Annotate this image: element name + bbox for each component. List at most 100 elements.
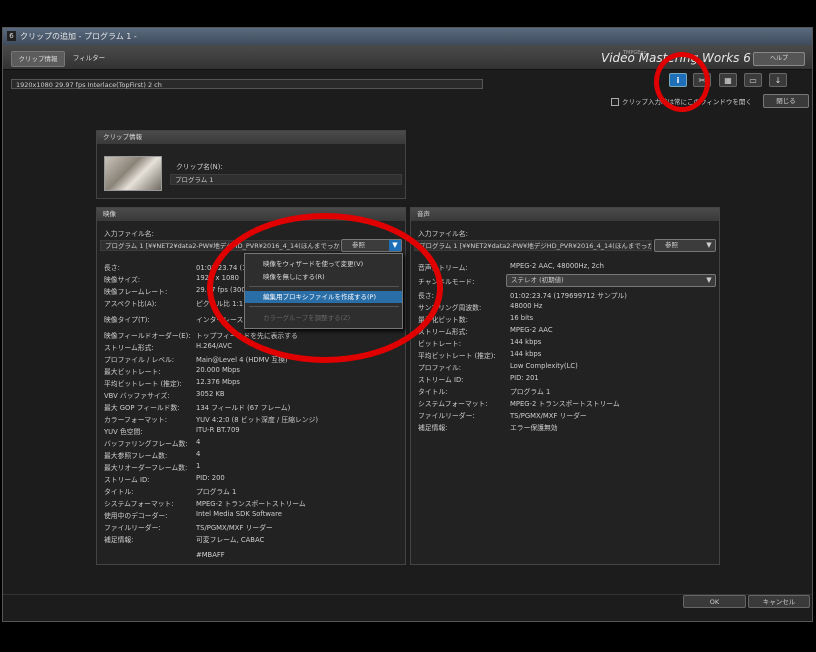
audio-prop-label: ファイルリーダー: bbox=[418, 412, 475, 420]
ok-button[interactable]: OK bbox=[683, 595, 746, 608]
always-open-checkbox[interactable] bbox=[611, 98, 619, 106]
clip-info-header: クリップ情報 bbox=[97, 131, 405, 144]
audio-prop-value: 144 kbps bbox=[510, 350, 542, 358]
group-icon[interactable]: ▦ bbox=[719, 73, 737, 87]
video-prop-value: Intel Media SDK Software bbox=[196, 510, 282, 518]
cancel-button[interactable]: キャンセル bbox=[748, 595, 810, 608]
brand-logo: Video Mastering Works 6 bbox=[601, 51, 751, 65]
audio-prop-label: プロファイル: bbox=[418, 364, 462, 372]
tab-clip-info[interactable]: クリップ情報 bbox=[11, 51, 65, 67]
audio-prop-label: 長さ: bbox=[418, 292, 434, 300]
menu-item-color-group: カラーグループを調整する(Z) bbox=[263, 314, 351, 322]
audio-prop-label: サンプリング周波数: bbox=[418, 304, 482, 312]
audio-prop-label: ビットレート: bbox=[418, 340, 462, 348]
audio-browse-label: 参照 bbox=[665, 241, 678, 249]
video-input-field[interactable]: プログラム 1 [¥¥NET2¥data2-PW¥地デジHD_PVR¥2016_… bbox=[100, 240, 340, 251]
video-prop-label: ストリーム ID: bbox=[104, 476, 150, 484]
window-title: クリップの追加 - プログラム 1 - bbox=[20, 32, 137, 41]
video-prop-label: 最大 GOP フィールド数: bbox=[104, 404, 180, 412]
video-prop-label: 映像タイプ(T): bbox=[104, 316, 150, 324]
video-prop-value: 4 bbox=[196, 450, 201, 458]
video-prop-value: 20.000 Mbps bbox=[196, 366, 240, 374]
audio-panel: 音声 bbox=[410, 207, 720, 565]
export-icon[interactable]: ↓ bbox=[769, 73, 787, 87]
channel-mode-select[interactable]: ステレオ (初期値) ▼ bbox=[506, 274, 716, 287]
video-prop-label: 平均ビットレート (推定): bbox=[104, 380, 182, 388]
audio-input-label: 入力ファイル名: bbox=[418, 230, 468, 238]
video-prop-value: ピクセル比 1:1 bbox=[196, 300, 244, 308]
video-prop-label: アスペクト比(A): bbox=[104, 300, 157, 308]
audio-prop-label: システムフォーマット: bbox=[418, 400, 488, 408]
video-prop-value: 可変フレーム, CABAC bbox=[196, 536, 265, 544]
chevron-down-icon[interactable]: ▼ bbox=[703, 240, 715, 251]
clip-info-bar: 1920x1080 29.97 fps Interlace(TopFirst) … bbox=[11, 79, 483, 89]
audio-stream-label: 音声ストリーム: bbox=[418, 264, 468, 272]
audio-prop-value: MPEG-2 AAC bbox=[510, 326, 553, 334]
video-input-label: 入力ファイル名: bbox=[104, 230, 154, 238]
video-prop-value: MPEG-2 トランスポートストリーム bbox=[196, 500, 306, 508]
video-prop-value: H.264/AVC bbox=[196, 342, 233, 350]
video-prop-value: インターレース bbox=[196, 316, 244, 324]
audio-prop-value: TS/PGMX/MXF リーダー bbox=[510, 412, 587, 420]
close-button[interactable]: 閉じる bbox=[763, 94, 809, 108]
video-prop-value: Main@Level 4 (HDMV 互換) bbox=[196, 356, 288, 364]
video-browse-button[interactable]: 参照 ▼ bbox=[341, 239, 402, 252]
audio-header: 音声 bbox=[411, 208, 719, 221]
video-prop-label: 映像フレームレート: bbox=[104, 288, 168, 296]
video-prop-value: 1 bbox=[196, 462, 201, 470]
clip-name-field[interactable]: プログラム 1 bbox=[170, 174, 402, 185]
menu-item-create-proxy[interactable]: 編集用プロキシファイルを作成する(P) bbox=[245, 291, 402, 303]
audio-prop-label: 補足情報: bbox=[418, 424, 448, 432]
info-icon[interactable]: i bbox=[669, 73, 687, 87]
video-prop-label: 使用中のデコーダー: bbox=[104, 512, 168, 520]
chevron-down-icon[interactable]: ▼ bbox=[389, 240, 401, 251]
channel-mode-label: チャンネルモード: bbox=[418, 278, 475, 286]
menu-item-wizard[interactable]: 映像をウィザードを使って変更(V) bbox=[245, 258, 402, 270]
menu-divider bbox=[249, 306, 399, 307]
audio-prop-value: 16 bits bbox=[510, 314, 534, 322]
video-header: 映像 bbox=[97, 208, 405, 221]
audio-prop-label: ストリーム ID: bbox=[418, 376, 464, 384]
video-prop-label: YUV 色空間: bbox=[104, 428, 143, 436]
menu-item-remove-video[interactable]: 映像を無しにする(R) bbox=[245, 271, 402, 283]
video-prop-label: タイトル: bbox=[104, 488, 134, 496]
audio-prop-label: 量子化ビット数: bbox=[418, 316, 468, 324]
audio-input-field[interactable]: プログラム 1 [¥¥NET2¥data2-PW¥地デジHD_PVR¥2016_… bbox=[414, 240, 652, 251]
menu-divider bbox=[249, 286, 399, 287]
audio-prop-value: Low Complexity(LC) bbox=[510, 362, 578, 370]
audio-prop-value: エラー保護無効 bbox=[510, 424, 558, 432]
video-prop-value: 4 bbox=[196, 438, 201, 446]
video-extra-info: #MBAFF bbox=[196, 551, 225, 559]
video-prop-value: 3052 KB bbox=[196, 390, 225, 398]
audio-stream-value: MPEG-2 AAC, 48000Hz, 2ch bbox=[510, 262, 604, 270]
video-prop-label: 最大ビットレート: bbox=[104, 368, 161, 376]
scissors-icon[interactable]: ✂ bbox=[693, 73, 711, 87]
video-prop-value: プログラム 1 bbox=[196, 488, 237, 496]
video-prop-label: プロファイル / レベル: bbox=[104, 356, 175, 364]
video-prop-label: 映像フィールドオーダー(E): bbox=[104, 332, 191, 340]
audio-prop-label: 平均ビットレート (推定): bbox=[418, 352, 496, 360]
help-button[interactable]: ヘルプ bbox=[753, 52, 805, 66]
clip-name-label: クリップ名(N): bbox=[176, 163, 223, 171]
audio-prop-value: プログラム 1 bbox=[510, 388, 551, 396]
monitor-icon[interactable]: ▭ bbox=[744, 73, 762, 87]
audio-prop-label: ストリーム形式: bbox=[418, 328, 468, 336]
video-prop-label: バッファリングフレーム数: bbox=[104, 440, 188, 448]
title-bar: 6 クリップの追加 - プログラム 1 - bbox=[3, 28, 812, 45]
clip-thumbnail bbox=[104, 156, 162, 191]
audio-prop-value: PID: 201 bbox=[510, 374, 539, 382]
audio-prop-value: 144 kbps bbox=[510, 338, 542, 346]
video-prop-value: トップフィールドを先に表示する bbox=[196, 332, 298, 340]
video-prop-value: ITU-R BT.709 bbox=[196, 426, 240, 434]
audio-prop-value: MPEG-2 トランスポートストリーム bbox=[510, 400, 620, 408]
video-prop-label: 最大参照フレーム数: bbox=[104, 452, 168, 460]
video-prop-label: 映像サイズ: bbox=[104, 276, 141, 284]
always-open-option[interactable]: クリップ入力時は常にこのウィンドウを開く bbox=[611, 96, 752, 106]
audio-browse-button[interactable]: 参照 ▼ bbox=[654, 239, 716, 252]
tab-filter[interactable]: フィルター bbox=[71, 51, 107, 65]
video-prop-label: 補足情報: bbox=[104, 536, 134, 544]
video-prop-label: VBV バッファサイズ: bbox=[104, 392, 170, 400]
video-prop-label: ファイルリーダー: bbox=[104, 524, 161, 532]
audio-prop-label: タイトル: bbox=[418, 388, 448, 396]
chevron-down-icon[interactable]: ▼ bbox=[703, 275, 715, 286]
